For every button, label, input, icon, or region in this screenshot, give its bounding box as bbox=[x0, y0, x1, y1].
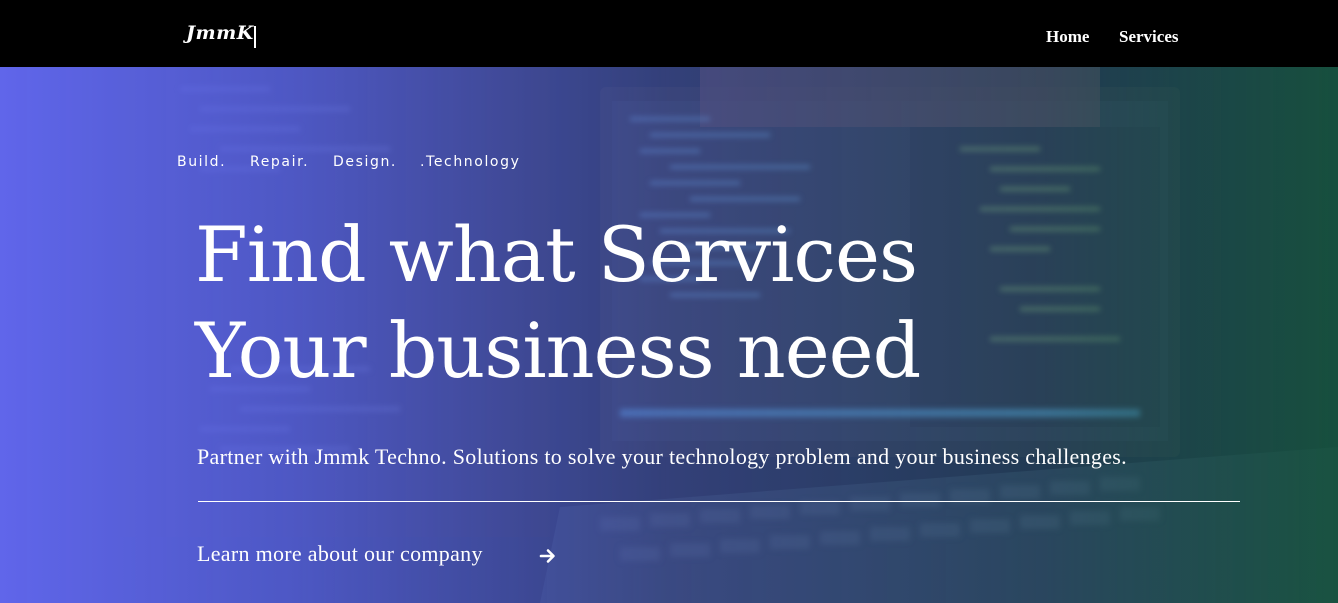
hero-section: Build. Repair. Design. .Technology Find … bbox=[0, 67, 1338, 603]
headline-line: Your business need bbox=[195, 306, 921, 395]
headline-line: Find what Services bbox=[195, 210, 918, 299]
nav-link-home[interactable]: Home bbox=[1046, 27, 1089, 47]
arrow-right-icon[interactable] bbox=[539, 547, 557, 565]
tagline-item: Design. bbox=[333, 154, 397, 170]
tagline-item: Repair. bbox=[250, 154, 310, 170]
brand-divider bbox=[254, 26, 256, 48]
tagline-item: Build. bbox=[177, 154, 227, 170]
hero-headline: Find what Services Your business need bbox=[195, 207, 921, 399]
nav-link-services[interactable]: Services bbox=[1119, 27, 1178, 47]
tagline-item: .Technology bbox=[420, 154, 521, 170]
brand-logo[interactable]: JmmK bbox=[186, 22, 254, 44]
navbar: JmmK Home Services bbox=[0, 0, 1338, 67]
hero-divider bbox=[198, 501, 1240, 502]
hero-subtext: Partner with Jmmk Techno. Solutions to s… bbox=[197, 444, 1127, 469]
learn-more-link[interactable]: Learn more about our company bbox=[197, 541, 483, 567]
